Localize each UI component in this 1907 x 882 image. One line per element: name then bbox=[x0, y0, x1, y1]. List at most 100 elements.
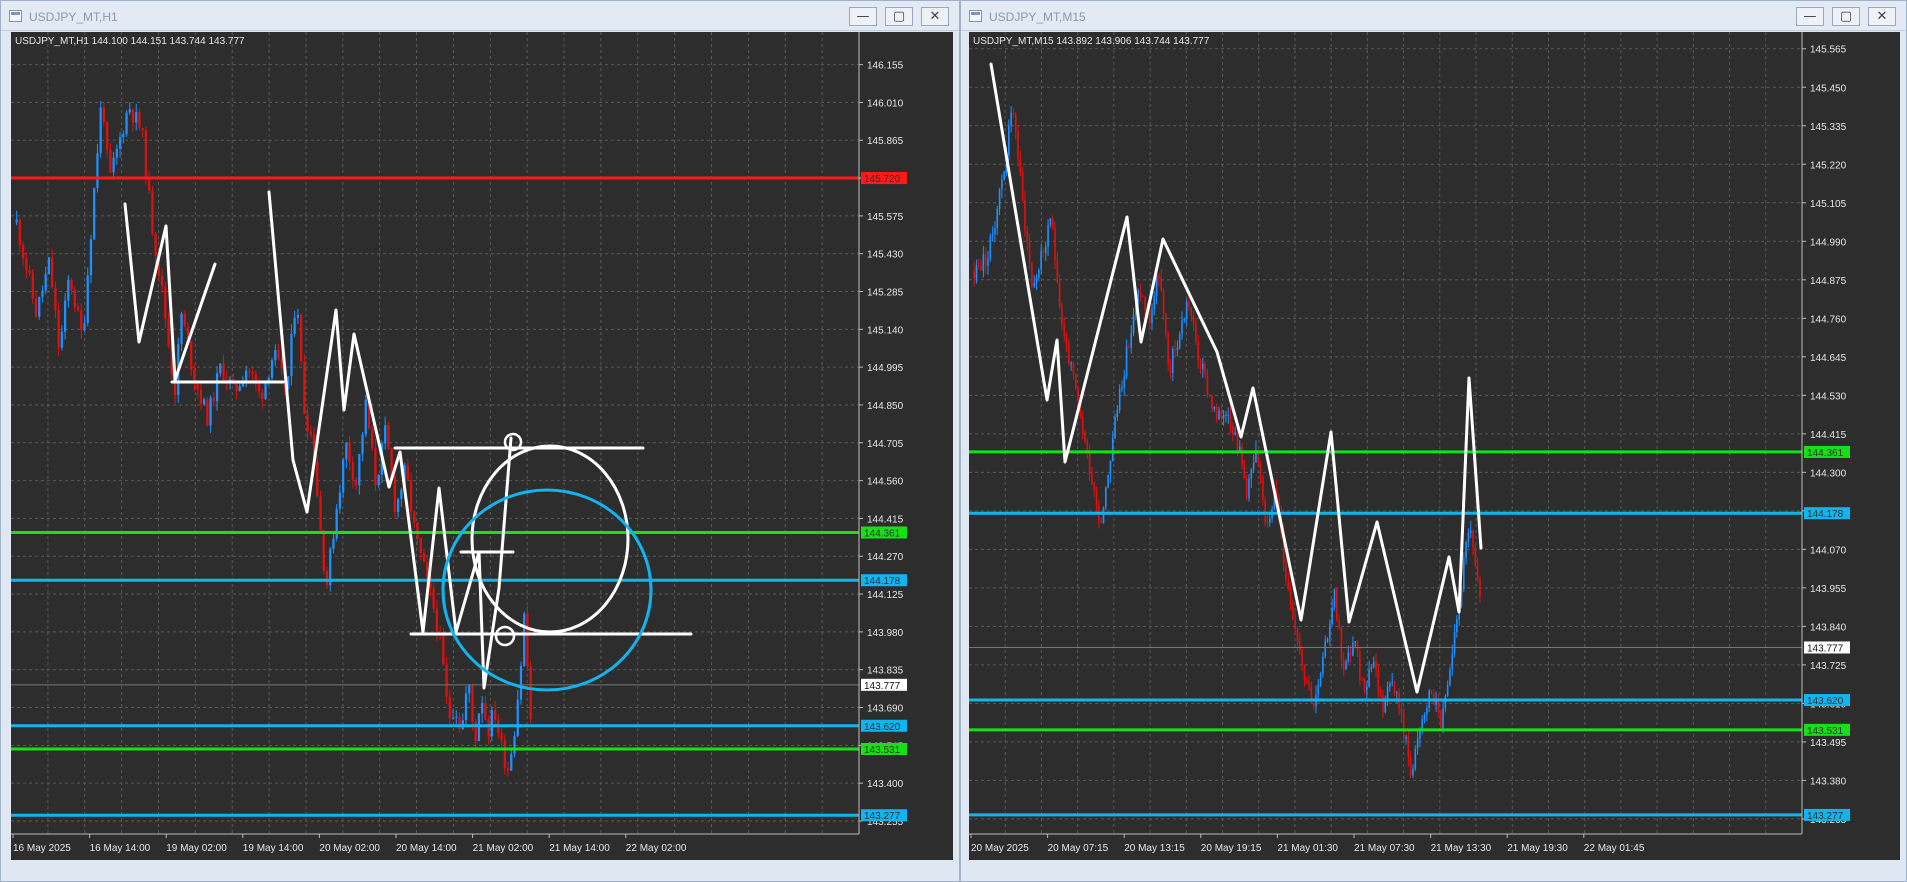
candle-body bbox=[1476, 565, 1479, 579]
candle-body bbox=[86, 275, 89, 324]
candle-body bbox=[448, 696, 451, 718]
candle-body bbox=[1040, 251, 1042, 270]
candle-body bbox=[477, 713, 481, 742]
candle-body bbox=[1021, 172, 1024, 201]
horizontal-levels bbox=[969, 450, 1802, 817]
price-chart-h1[interactable]: 146.155 146.010 145.865 145.720 145.575 145.4… bbox=[11, 32, 953, 860]
candle-body bbox=[1379, 690, 1382, 695]
window-title: USDJPY_MT,M15 bbox=[989, 10, 1086, 24]
price-tick-label: 144.645 bbox=[1810, 353, 1847, 364]
candle-body bbox=[332, 538, 335, 549]
candle-body bbox=[1084, 433, 1086, 442]
price-tick-label: 145.865 bbox=[867, 136, 904, 147]
candle-body bbox=[299, 314, 303, 362]
price-tick-label: 143.835 bbox=[867, 666, 904, 677]
price-tick-label: 144.560 bbox=[867, 477, 904, 488]
candle-body bbox=[526, 613, 529, 667]
candle-body bbox=[99, 107, 102, 154]
candle-body bbox=[377, 474, 380, 486]
candle-body bbox=[1215, 406, 1218, 420]
candle-body bbox=[1038, 269, 1040, 278]
chart-canvas[interactable]: 145.565 145.450 145.335 145.220 145.105 144.9… bbox=[969, 32, 1900, 860]
candle-body bbox=[1081, 417, 1084, 434]
candle-body bbox=[1042, 251, 1045, 253]
candles bbox=[15, 101, 532, 777]
candle-body bbox=[1264, 499, 1266, 523]
candle-body bbox=[523, 613, 526, 666]
candle-body bbox=[209, 397, 212, 426]
candle-body bbox=[222, 363, 225, 380]
candle-body bbox=[975, 265, 978, 279]
candle-body bbox=[1236, 432, 1239, 452]
close-button[interactable]: ✕ bbox=[921, 7, 949, 26]
candle-body bbox=[1456, 619, 1458, 633]
price-tick-label: 145.565 bbox=[1810, 45, 1847, 56]
candle-body bbox=[280, 358, 283, 369]
candle-body bbox=[1051, 218, 1054, 229]
time-tick-label: 20 May 13:15 bbox=[1124, 843, 1185, 854]
candle-body bbox=[51, 257, 54, 288]
candle-body bbox=[1044, 246, 1047, 253]
candle-body bbox=[1033, 282, 1036, 287]
candle-body bbox=[138, 112, 141, 128]
minimize-button[interactable]: — bbox=[1796, 7, 1824, 26]
minimize-button[interactable]: — bbox=[849, 7, 877, 26]
window-titlebar[interactable]: USDJPY_MT,H1 — ▢ ✕ bbox=[1, 1, 959, 31]
candle-body bbox=[1197, 341, 1200, 361]
candle-body bbox=[1213, 406, 1216, 409]
candle-body bbox=[345, 442, 348, 460]
chart-window-m15[interactable]: USDJPY_MT,M15 — ▢ ✕ 145.565 145.450 145.33… bbox=[960, 0, 1907, 882]
time-tick-label: 19 May 02:00 bbox=[166, 843, 227, 854]
candle-body bbox=[987, 258, 989, 266]
candle-body bbox=[206, 399, 209, 426]
candle-body bbox=[487, 719, 490, 737]
candle-body bbox=[306, 414, 309, 432]
candle-body bbox=[1077, 388, 1079, 400]
window-titlebar[interactable]: USDJPY_MT,M15 — ▢ ✕ bbox=[961, 1, 1906, 31]
candle-body bbox=[31, 273, 34, 298]
candle-body bbox=[994, 227, 996, 235]
candle-body bbox=[1301, 650, 1303, 666]
candle-body bbox=[303, 361, 306, 415]
candle-body bbox=[1294, 619, 1297, 629]
candle-body bbox=[338, 492, 342, 509]
candle-body bbox=[973, 271, 975, 279]
candle-body bbox=[1218, 410, 1220, 420]
level-price-label: 143.277 bbox=[1807, 811, 1844, 822]
candle-body bbox=[393, 476, 397, 512]
chart-canvas[interactable]: 146.155 146.010 145.865 145.720 145.575 145.4… bbox=[11, 32, 953, 860]
price-chart-m15[interactable]: 145.565 145.450 145.335 145.220 145.105 144.9… bbox=[969, 32, 1900, 860]
candle-body bbox=[1402, 713, 1405, 739]
level-price-label: 144.178 bbox=[864, 576, 901, 587]
price-tick-label: 145.335 bbox=[1810, 122, 1847, 133]
price-tick-label: 143.840 bbox=[1810, 622, 1847, 633]
maximize-button[interactable]: ▢ bbox=[885, 7, 913, 26]
candle-body bbox=[1446, 685, 1449, 696]
chart-window-icon bbox=[969, 10, 982, 22]
price-tick-label: 145.430 bbox=[867, 250, 904, 261]
horizontal-levels bbox=[11, 176, 859, 817]
maximize-button[interactable]: ▢ bbox=[1832, 7, 1860, 26]
candle-body bbox=[1262, 477, 1264, 500]
candle-body bbox=[67, 279, 70, 301]
candle-body bbox=[180, 313, 183, 345]
candle-body bbox=[41, 290, 44, 297]
candle-body bbox=[977, 265, 980, 267]
candle-body bbox=[1352, 643, 1354, 656]
trader-drawings bbox=[989, 62, 1483, 694]
candle-body bbox=[277, 350, 280, 359]
candle-body bbox=[503, 739, 506, 769]
close-button[interactable]: ✕ bbox=[1868, 7, 1896, 26]
candle-body bbox=[1232, 425, 1234, 435]
candle-body bbox=[409, 479, 413, 512]
candle-body bbox=[1111, 437, 1114, 461]
candle-body bbox=[219, 363, 222, 374]
candle-body bbox=[96, 153, 99, 188]
candle-body bbox=[481, 702, 484, 714]
price-tick-label: 143.690 bbox=[867, 704, 904, 715]
candle-body bbox=[464, 693, 468, 721]
candle-body bbox=[21, 244, 25, 259]
candle-body bbox=[1386, 686, 1389, 701]
chart-window-h1[interactable]: USDJPY_MT,H1 — ▢ ✕ 146.155 146.010 145.865… bbox=[0, 0, 960, 882]
candle-body bbox=[1361, 679, 1363, 681]
